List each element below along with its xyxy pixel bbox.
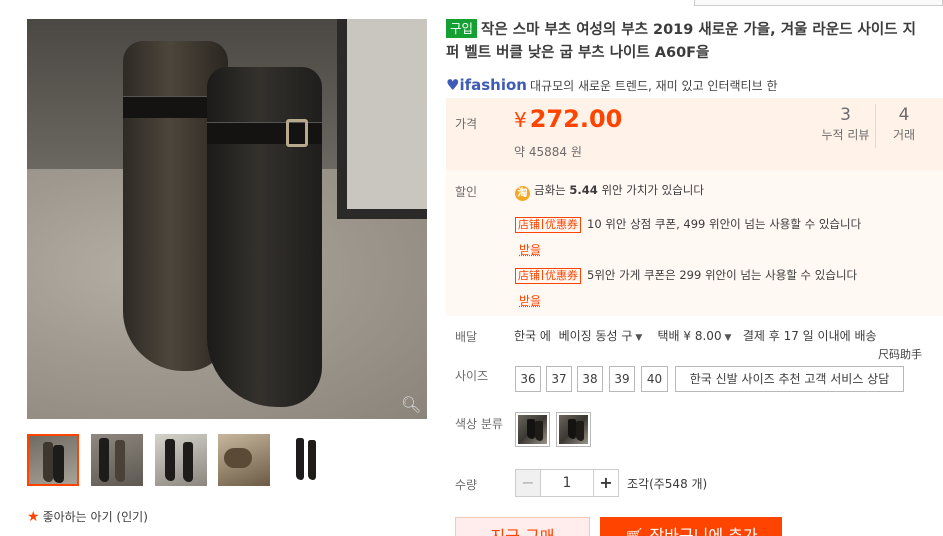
ifashion-logo[interactable]: ♥︎ifashion [446, 76, 527, 94]
add-to-cart-button[interactable]: 🛒︎ 장바구니에 추가 [600, 517, 782, 536]
ship-from: 한국 에 [514, 329, 551, 343]
price-label: 가격 [455, 117, 478, 131]
get-coupon-1-link[interactable]: 받을 [519, 241, 541, 258]
thumbnail-5[interactable] [282, 434, 334, 486]
gold-value: 5.44 [569, 183, 598, 197]
main-product-image[interactable]: 🔍︎ [27, 19, 427, 419]
shipping-fee-dropdown[interactable]: 택배 ¥ 8.00 ▼ [658, 329, 732, 343]
product-title: 구입 작은 스마 부츠 여성의 부츠 2019 새로운 가을, 겨울 라운드 사이… [446, 19, 926, 65]
shipping-label: 배달 [455, 330, 478, 344]
favorite-link[interactable]: ★ 좋아하는 아기 (인기) [27, 508, 148, 525]
quantity-increase-button[interactable]: + [593, 469, 619, 497]
ship-to-dropdown[interactable]: 베이징 동성 구 ▼ [559, 329, 643, 343]
caret-down-icon: ▼ [721, 333, 732, 343]
quantity-input[interactable] [541, 469, 593, 497]
reviews-count: 3 [840, 105, 851, 125]
reviews-stat[interactable]: 3 누적 리뷰 [816, 104, 876, 148]
size-option-40[interactable]: 40 [641, 366, 668, 392]
size-option-39[interactable]: 39 [609, 366, 635, 392]
boot-buckle [286, 119, 308, 147]
photo-frame [337, 19, 427, 219]
coupon-line-2: 店铺 优惠券 5위안 가게 쿠폰은 299 위안이 넘는 사용할 수 있습니다 [515, 267, 857, 284]
buy-now-button[interactable]: 지금 구매 [455, 517, 590, 536]
top-popup-edge [694, 0, 943, 6]
coupon-2-text: 5위안 가게 쿠폰은 299 위안이 넘는 사용할 수 있습니다 [587, 268, 858, 282]
boot-right [207, 67, 322, 407]
add-to-cart-label: 장바구니에 추가 [649, 526, 758, 536]
size-option-37[interactable]: 37 [546, 366, 572, 392]
trades-stat: 4 거래 [879, 104, 929, 144]
brand-row: ♥︎ifashion 대규모의 새로운 트렌드, 재미 있고 인터랙티브 한 [446, 76, 778, 94]
size-option-38[interactable]: 38 [577, 366, 603, 392]
tao-coin-icon: 淘 [515, 186, 530, 201]
quantity-decrease-button[interactable]: − [515, 469, 541, 497]
promo-panel: 할인 淘 금화는 5.44 위안 가치가 있습니다 店铺 优惠券 10 위안 상점 쿠… [446, 170, 943, 316]
gold-coin-line: 淘 금화는 5.44 위안 가치가 있습니다 [515, 182, 704, 201]
stock-info: 조각(주548 개) [627, 477, 708, 491]
size-label: 사이즈 [455, 369, 489, 383]
buy-tag: 구입 [446, 19, 478, 38]
quantity-label: 수량 [455, 478, 478, 492]
color-swatch-1[interactable] [515, 412, 550, 447]
price-approx-krw: 약 45884 원 [514, 145, 582, 159]
coupon-1-text: 10 위안 상점 쿠폰, 499 위안이 넘는 사용할 수 있습니다 [587, 217, 862, 231]
store-coupon-tag: 店铺 优惠券 [515, 217, 581, 233]
size-consult-button[interactable]: 한국 신발 사이즈 추천 고객 서비스 상담 [675, 366, 904, 392]
color-label: 색상 분류 [455, 417, 503, 431]
coupon-line-1: 店铺 优惠券 10 위안 상점 쿠폰, 499 위안이 넘는 사용할 수 있습니다 [515, 216, 861, 233]
product-title-text: 작은 스마 부츠 여성의 부츠 2019 새로운 가을, 겨울 라운드 사이드 … [446, 22, 916, 61]
thumbnail-3[interactable] [155, 434, 207, 486]
thumbnail-2[interactable] [91, 434, 143, 486]
color-swatch-2[interactable] [556, 412, 591, 447]
favorite-label: 좋아하는 아기 (인기) [42, 510, 148, 524]
promo-label: 할인 [455, 185, 478, 199]
reviews-label: 누적 리뷰 [821, 128, 870, 142]
thumbnail-1[interactable] [27, 434, 79, 486]
thumbnail-4[interactable] [218, 434, 270, 486]
star-icon: ★ [27, 509, 40, 525]
size-helper-link[interactable]: 尺码助手 [878, 346, 922, 362]
shipping-info: 한국 에 베이징 동성 구 ▼ 택배 ¥ 8.00 ▼ 결제 후 17 일 이내… [514, 327, 877, 344]
size-option-36[interactable]: 36 [515, 366, 541, 392]
trades-count: 4 [898, 105, 910, 125]
price-panel: 가격 ¥272.00 약 45884 원 3 누적 리뷰 4 거래 [446, 98, 943, 170]
caret-down-icon: ▼ [632, 333, 643, 343]
magnifier-icon[interactable]: 🔍︎ [401, 396, 421, 414]
cart-icon: 🛒︎ [624, 527, 644, 536]
shipping-eta: 결제 후 17 일 이내에 배송 [742, 329, 877, 343]
price-value: ¥272.00 [514, 105, 623, 133]
get-coupon-2-link[interactable]: 받을 [519, 292, 541, 309]
trades-label: 거래 [892, 128, 916, 142]
store-coupon-tag: 店铺 优惠券 [515, 268, 581, 284]
brand-slogan: 대규모의 새로운 트렌드, 재미 있고 인터랙티브 한 [529, 79, 778, 93]
